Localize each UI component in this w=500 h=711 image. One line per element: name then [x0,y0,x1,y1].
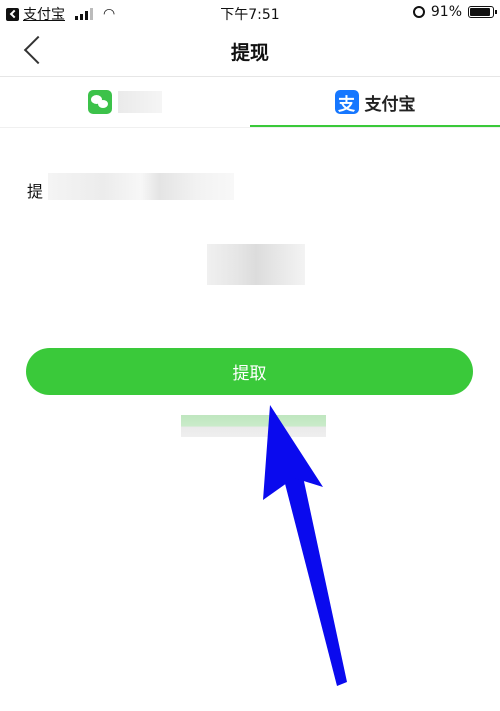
tab-wechat[interactable] [0,77,250,127]
battery-icon [468,6,497,18]
tab-wechat-label-redacted [118,91,162,113]
navigation-bar: 提现 [0,26,500,76]
account-row-label: 提 [27,182,44,201]
page-title: 提现 [230,42,269,64]
battery-fill [470,8,490,16]
wechat-icon [88,90,112,114]
payment-method-tabs: 支 支付宝 [0,77,500,127]
account-info-redacted [48,173,234,200]
tab-divider [0,127,500,128]
battery-percent: 91% [430,4,462,20]
amount-redacted [207,244,305,285]
withdraw-button[interactable]: 提取 [26,348,473,395]
status-right: 91% [412,4,497,20]
annotation-arrow-shaft [282,472,347,686]
alipay-icon: 支 [334,90,359,115]
tab-alipay[interactable]: 支 支付宝 [250,77,500,127]
tab-alipay-label: 支付宝 [364,94,416,115]
note-link-redacted[interactable] [181,415,326,437]
status-bar: 支付宝 ◠ 下午7:51 91% [0,0,500,26]
rotation-lock-icon [412,6,425,18]
